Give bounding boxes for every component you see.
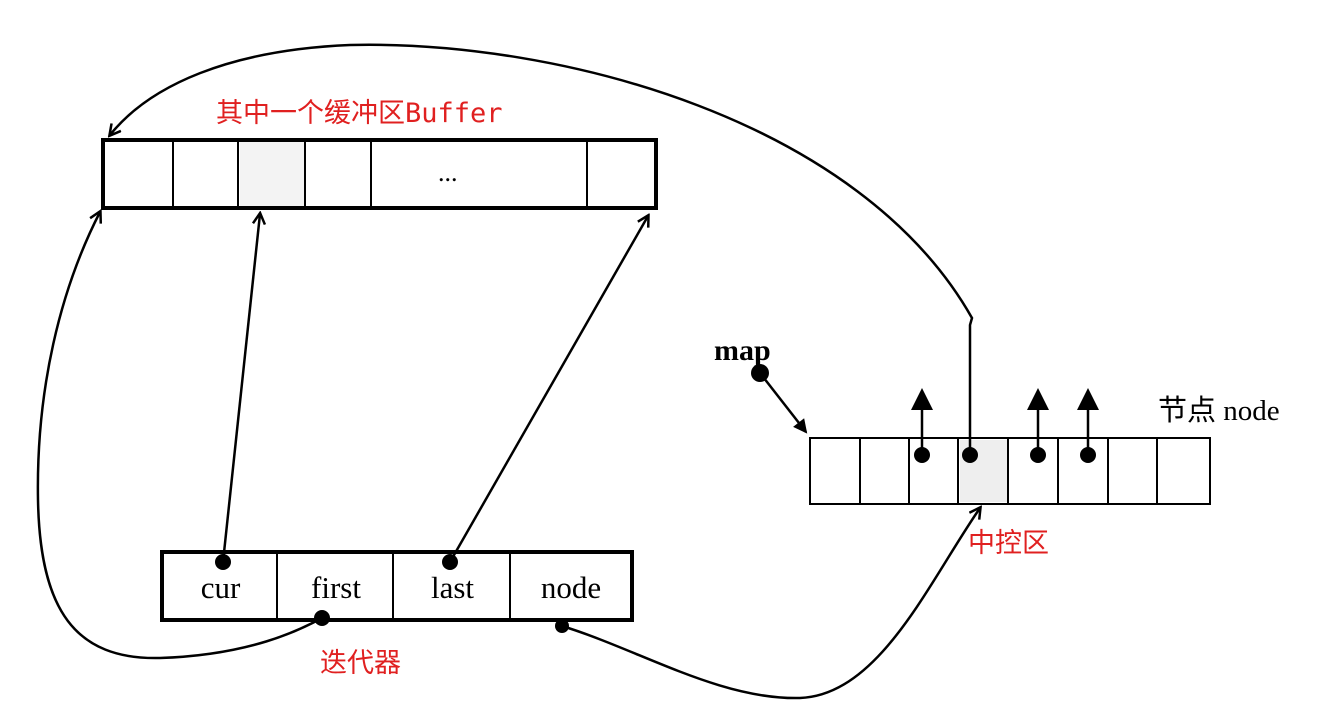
deque-diagram: 其中一个缓冲区Buffer ... cur first last node 迭代…	[0, 0, 1343, 717]
node-arrow	[561, 508, 980, 700]
buffer-shaded-cell	[240, 142, 304, 206]
buffer-outline	[101, 138, 658, 210]
map-pointer-dot	[914, 447, 930, 463]
iterator-field-last: last	[430, 570, 475, 605]
buffer-ellipsis: ...	[438, 158, 458, 187]
diagram-canvas	[36, 43, 1211, 700]
map-pointer-arrow	[759, 372, 808, 434]
iterator-field-cur: cur	[200, 570, 241, 605]
iterator-field-node: node	[540, 570, 602, 605]
map-node-label: 节点 node	[1158, 395, 1280, 427]
map-pointer-dot	[1030, 447, 1046, 463]
last-arrow	[448, 216, 648, 563]
map-outline	[809, 437, 1211, 505]
buffer-title: 其中一个缓冲区Buffer	[216, 98, 503, 129]
map-pointer-arrowhead	[1077, 388, 1099, 410]
iterator-field-first: first	[311, 570, 361, 605]
map-pointer-arrowhead	[1027, 388, 1049, 410]
map-label: map	[714, 334, 771, 367]
map-pointer-arrowhead	[911, 388, 933, 410]
map-control-label: 中控区	[968, 528, 1049, 559]
buffer-array	[101, 138, 658, 210]
map-array	[809, 437, 1211, 505]
cur-arrow	[221, 214, 260, 563]
iterator-label: 迭代器	[320, 648, 401, 679]
map-pointer-dot	[1080, 447, 1096, 463]
